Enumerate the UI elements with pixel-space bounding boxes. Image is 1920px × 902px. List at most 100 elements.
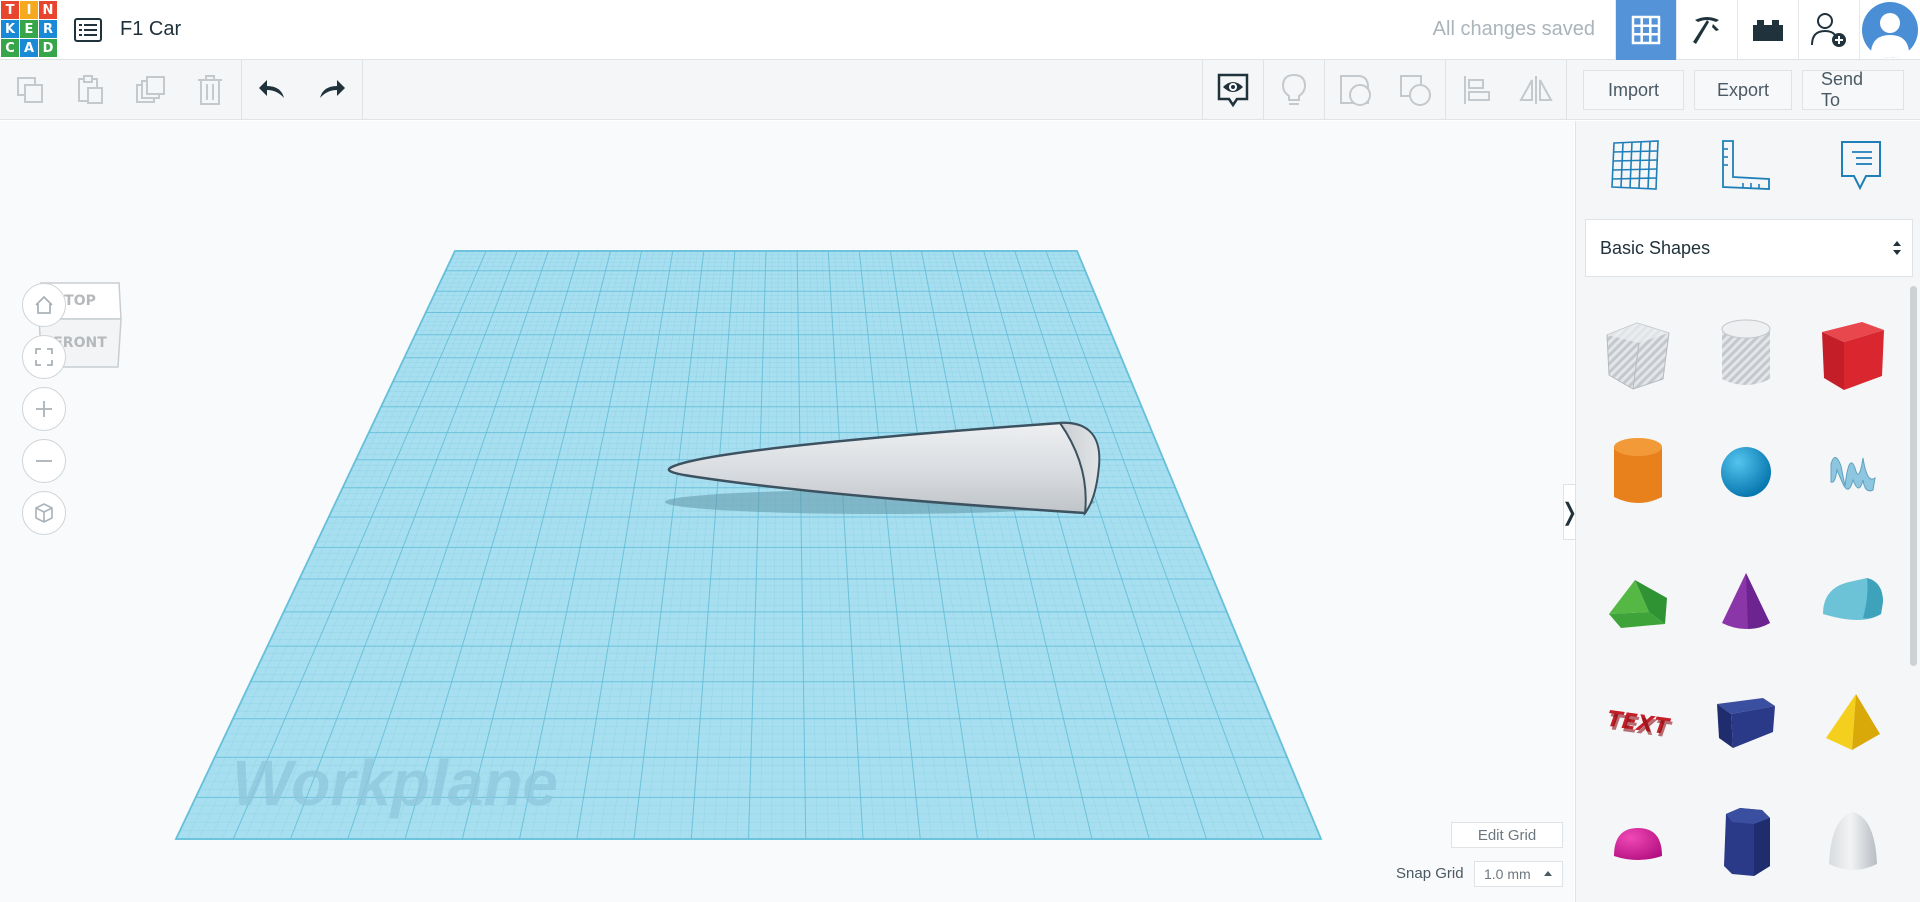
notes-button[interactable] — [1831, 135, 1891, 195]
snap-grid-value: 1.0 mm — [1484, 866, 1531, 882]
light-bulb-icon — [1281, 73, 1307, 105]
workplane-button[interactable] — [1606, 135, 1666, 195]
logo-letter: A — [20, 39, 38, 57]
home-view-button[interactable] — [22, 283, 66, 327]
invite-user-button[interactable] — [1798, 0, 1859, 60]
designs-list-button[interactable] — [72, 14, 104, 46]
edit-grid-button[interactable]: Edit Grid — [1451, 822, 1563, 848]
plus-icon — [36, 401, 52, 417]
ruler-button[interactable] — [1716, 135, 1776, 195]
workplane-label: Workplane — [232, 747, 558, 819]
pyramid-icon — [1826, 694, 1880, 750]
shape-wedge[interactable] — [1696, 667, 1796, 777]
copy-button[interactable] — [0, 60, 60, 120]
group-button[interactable] — [1325, 60, 1385, 120]
history-group — [242, 60, 362, 120]
cylinder-icon — [1614, 438, 1662, 503]
shape-half-sphere[interactable] — [1588, 787, 1688, 897]
shape-sphere[interactable] — [1696, 417, 1796, 527]
shape-category-select[interactable]: Basic Shapes — [1585, 219, 1913, 277]
shape-box-hole[interactable] — [1588, 299, 1688, 409]
shape-cylinder-hole[interactable] — [1696, 299, 1796, 409]
collapse-panel-button[interactable]: ❭ — [1559, 484, 1580, 540]
ruler-icon — [1722, 140, 1770, 190]
shape-scribble[interactable] — [1803, 417, 1903, 527]
logo-letter: R — [39, 20, 57, 38]
group-actions — [1325, 60, 1445, 120]
3d-viewport[interactable]: Workplane TOP FRONT Edit Grid Snap Grid … — [0, 121, 1574, 902]
ungroup-button[interactable] — [1385, 60, 1445, 120]
show-notes-button[interactable] — [1203, 60, 1263, 120]
shape-cone[interactable] — [1696, 547, 1796, 657]
shape-category-value: Basic Shapes — [1600, 237, 1711, 258]
roof-icon — [1609, 580, 1667, 628]
align-button[interactable] — [1446, 60, 1506, 120]
zoom-out-button[interactable] — [22, 439, 66, 483]
shape-text[interactable]: TEXT TEXT — [1588, 667, 1688, 777]
3d-design-grid-icon — [1631, 15, 1661, 45]
send-to-button[interactable]: Send To — [1802, 69, 1904, 110]
shape-polygon[interactable] — [1696, 787, 1796, 897]
layout-group — [1446, 60, 1566, 120]
home-icon — [35, 295, 53, 314]
fit-view-button[interactable] — [22, 335, 66, 379]
shape-roof[interactable] — [1588, 547, 1688, 657]
undo-button[interactable] — [242, 60, 302, 120]
ungroup-icon — [1400, 75, 1431, 106]
shape-pyramid[interactable] — [1803, 667, 1903, 777]
shape-box[interactable] — [1803, 299, 1903, 409]
minecraft-button[interactable] — [1676, 0, 1737, 60]
minus-icon — [36, 460, 52, 462]
delete-icon — [198, 75, 222, 105]
duplicate-button[interactable] — [120, 60, 180, 120]
half-sphere-icon — [1614, 828, 1662, 860]
cylinder-hole-icon — [1721, 319, 1771, 385]
shapes-panel: Basic Shapes TEXT TEXT — [1575, 121, 1920, 902]
shape-round-roof[interactable] — [1803, 547, 1903, 657]
panel-scrollbar[interactable] — [1910, 286, 1917, 666]
zoom-in-button[interactable] — [22, 387, 66, 431]
export-button[interactable]: Export — [1694, 70, 1792, 110]
show-notes-icon — [1217, 73, 1249, 108]
design-title[interactable]: F1 Car — [120, 18, 181, 41]
tinkercad-logo[interactable]: TIN KER CAD — [1, 1, 57, 57]
toolbar-divider — [362, 60, 363, 120]
logo-letter: T — [1, 1, 19, 19]
round-roof-icon — [1823, 578, 1883, 620]
toolbar-divider — [1566, 60, 1567, 120]
delete-button[interactable] — [180, 60, 240, 120]
mirror-icon — [1519, 76, 1553, 104]
logo-letter: C — [1, 39, 19, 57]
lego-button[interactable] — [1737, 0, 1798, 60]
3d-design-button[interactable] — [1615, 0, 1676, 60]
workplane-scene[interactable]: Workplane — [0, 121, 1574, 902]
undo-icon — [259, 80, 284, 98]
notes-icon — [1841, 141, 1881, 191]
user-avatar[interactable] — [1859, 0, 1920, 60]
snap-grid-label: Snap Grid — [1396, 865, 1464, 882]
light-bulb-button[interactable] — [1264, 60, 1324, 120]
perspective-button[interactable] — [22, 491, 66, 535]
align-icon — [1464, 76, 1490, 104]
updown-chevron-icon — [1893, 241, 1901, 255]
shape-paraboloid[interactable] — [1803, 787, 1903, 897]
text-shape-icon: TEXT TEXT — [1605, 707, 1673, 744]
scribble-icon — [1830, 457, 1876, 492]
top-right-actions — [1615, 0, 1920, 60]
clipboard-group — [0, 60, 240, 120]
paraboloid-icon — [1829, 812, 1877, 870]
logo-letter: D — [39, 39, 57, 57]
tinkercad-app: TINKERCAD F1 Car All changes saved Impor… — [0, 0, 1920, 902]
logo-letter: K — [1, 20, 19, 38]
view-group — [1203, 60, 1263, 120]
mirror-button[interactable] — [1506, 60, 1566, 120]
import-button[interactable]: Import — [1583, 70, 1684, 110]
lego-brick-icon — [1753, 20, 1783, 41]
save-status: All changes saved — [1432, 18, 1595, 40]
paste-button[interactable] — [60, 60, 120, 120]
shape-cylinder[interactable] — [1588, 417, 1688, 527]
redo-button[interactable] — [302, 60, 362, 120]
duplicate-icon — [136, 76, 165, 103]
snap-grid-select[interactable]: 1.0 mm — [1474, 861, 1563, 887]
perspective-cube-icon — [35, 503, 53, 523]
